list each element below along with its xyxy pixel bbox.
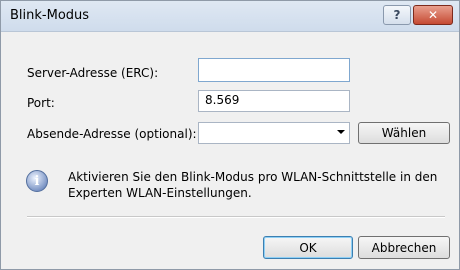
sender-address-label: Absende-Adresse (optional): <box>27 127 197 141</box>
info-icon: i <box>26 170 48 192</box>
server-address-label: Server-Adresse (ERC): <box>27 66 159 80</box>
window-title: Blink-Modus <box>10 8 90 23</box>
close-button[interactable]: ✕ <box>413 5 453 25</box>
server-address-input[interactable] <box>198 58 350 82</box>
help-icon: ? <box>393 8 401 22</box>
dialog-window: Blink-Modus ? ✕ Server-Adresse (ERC): Po… <box>0 0 460 270</box>
close-icon: ✕ <box>427 8 439 22</box>
info-line-2: Experten WLAN-Einstellungen. <box>68 186 252 200</box>
dialog-content: Server-Adresse (ERC): Port: 8.569 Absend… <box>1 32 459 269</box>
divider <box>27 216 445 218</box>
sender-address-combobox[interactable] <box>198 122 350 144</box>
title-bar[interactable]: Blink-Modus ? ✕ <box>1 1 459 32</box>
cancel-button[interactable]: Abbrechen <box>358 236 450 259</box>
port-label: Port: <box>27 96 55 110</box>
help-button[interactable]: ? <box>383 5 411 25</box>
info-line-1: Aktivieren Sie den Blink-Modus pro WLAN-… <box>68 170 438 184</box>
port-input[interactable]: 8.569 <box>198 90 350 112</box>
info-message: Aktivieren Sie den Blink-Modus pro WLAN-… <box>68 169 448 201</box>
chevron-down-icon[interactable] <box>337 130 345 134</box>
ok-button[interactable]: OK <box>263 236 353 259</box>
choose-button[interactable]: Wählen <box>358 122 450 144</box>
